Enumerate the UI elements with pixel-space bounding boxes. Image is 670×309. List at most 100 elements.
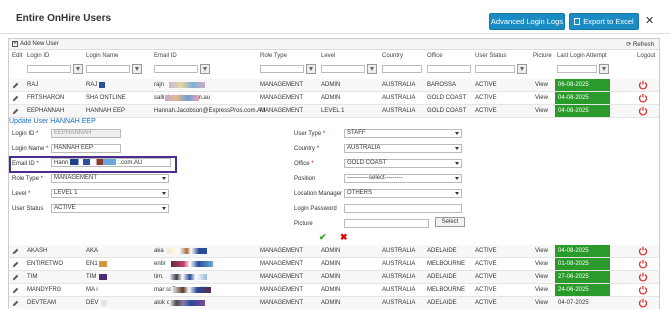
- edit-pencil-icon[interactable]: [12, 82, 19, 89]
- email-field[interactable]: Hann :.com.AU: [51, 158, 171, 167]
- cell-email: Hannah.Jacobson@ExpressPros.com.AU: [154, 108, 266, 114]
- view-picture-link[interactable]: View: [535, 95, 548, 101]
- close-icon[interactable]: ✕: [645, 14, 654, 27]
- col-user-status[interactable]: User Status: [475, 53, 506, 59]
- table-row[interactable]: AKASH AKA aka MANAGEMENT ADMIN AUSTRALIA…: [9, 245, 659, 266]
- filter-role[interactable]: [260, 65, 304, 73]
- cell-country: AUSTRALIA: [382, 287, 416, 293]
- power-icon[interactable]: [638, 298, 648, 308]
- view-picture-link[interactable]: View: [535, 287, 548, 293]
- user-type-select[interactable]: STAFF: [344, 129, 462, 138]
- power-icon[interactable]: [638, 93, 648, 103]
- view-picture-link[interactable]: View: [535, 248, 548, 254]
- view-picture-link[interactable]: View: [535, 261, 548, 267]
- page-title: Entire OnHire Users: [16, 13, 112, 24]
- power-icon[interactable]: [638, 246, 648, 256]
- country-select[interactable]: AUSTRALIA: [344, 144, 462, 153]
- filter-icon[interactable]: [517, 64, 527, 74]
- filter-icon[interactable]: [73, 64, 83, 74]
- table-row[interactable]: MANDYFRG MA i mar ssPros.com.AU MANAGEME…: [9, 284, 659, 305]
- refresh-button[interactable]: ⟳ Refresh: [626, 41, 654, 48]
- col-role-type[interactable]: Role Type: [260, 53, 287, 59]
- cancel-cross-icon[interactable]: ✖: [340, 232, 348, 243]
- edit-pencil-icon[interactable]: [12, 274, 19, 281]
- redaction-block: [171, 287, 211, 293]
- filter-icon[interactable]: [200, 64, 210, 74]
- edit-pencil-icon[interactable]: [12, 300, 19, 307]
- office-select[interactable]: GOLD COAST: [344, 159, 462, 168]
- view-picture-link[interactable]: View: [535, 300, 548, 306]
- col-level[interactable]: Level: [321, 53, 335, 59]
- export-label: Export to Excel: [583, 17, 634, 26]
- export-icon: [574, 18, 581, 25]
- filter-icon[interactable]: [306, 64, 316, 74]
- power-icon[interactable]: [638, 272, 648, 282]
- cell-login-name: AKA: [86, 248, 99, 254]
- filter-icon[interactable]: [599, 64, 609, 74]
- table-row[interactable]: TIM TIM tim. MANAGEMENT ADMIN AUSTRALIA …: [9, 271, 659, 292]
- col-country[interactable]: Country: [382, 53, 403, 59]
- cell-office: ADELAIDE: [427, 300, 457, 306]
- cell-login-id: ENTIRETWO: [27, 261, 63, 267]
- view-picture-link[interactable]: View: [535, 82, 548, 88]
- filter-icon[interactable]: [132, 64, 142, 74]
- filter-office[interactable]: [427, 65, 471, 73]
- power-icon[interactable]: [638, 80, 648, 90]
- cell-level: ADMIN: [321, 261, 341, 267]
- table-row[interactable]: ENTIRETWO EN1 entir MANAGEMENT ADMIN AUS…: [9, 258, 659, 279]
- filter-login-name[interactable]: [86, 65, 130, 73]
- cell-level: ADMIN: [321, 82, 341, 88]
- filter-last-login[interactable]: [557, 65, 597, 73]
- edit-pencil-icon[interactable]: [12, 95, 19, 102]
- view-picture-link[interactable]: View: [535, 274, 548, 280]
- table-row[interactable]: FRTSHARON SHA ONTLINE salli ducation.com…: [9, 92, 659, 113]
- advanced-login-logs-button[interactable]: Advanced Login Logs: [489, 13, 565, 30]
- login-password-field[interactable]: [344, 204, 462, 213]
- filter-status[interactable]: [475, 65, 515, 73]
- filter-level[interactable]: [321, 65, 365, 73]
- user-status-select[interactable]: ACTIVE: [51, 204, 169, 213]
- power-icon[interactable]: [638, 285, 648, 295]
- role-type-select[interactable]: MANAGEMENT: [51, 174, 169, 183]
- level-select[interactable]: LEVEL 1: [51, 189, 169, 198]
- filter-icon[interactable]: [367, 64, 377, 74]
- export-to-excel-button[interactable]: Export to Excel: [569, 13, 639, 30]
- edit-pencil-icon[interactable]: [12, 261, 19, 268]
- edit-pencil-icon[interactable]: [12, 108, 19, 115]
- edit-pencil-icon[interactable]: [12, 248, 19, 255]
- cell-level: LEVEL 1: [321, 108, 345, 114]
- filter-login-id[interactable]: [27, 65, 71, 73]
- col-office[interactable]: Office: [427, 53, 443, 59]
- col-email-id[interactable]: Email ID: [154, 53, 177, 59]
- col-last-login[interactable]: Last Login Attempt: [557, 53, 607, 59]
- view-picture-link[interactable]: View: [535, 108, 548, 114]
- table-row[interactable]: RAJ RAJ rajn MANAGEMENT ADMIN AUSTRALIA …: [9, 79, 659, 100]
- filter-email[interactable]: [154, 65, 198, 73]
- email-suffix: :.com.AU: [117, 160, 143, 166]
- picture-field[interactable]: [344, 219, 429, 228]
- cell-level: ADMIN: [321, 274, 341, 280]
- col-login-id[interactable]: Login ID: [27, 53, 49, 59]
- table-row[interactable]: EEPHANNAH HANNAH EEP Hannah.Jacobson@Exp…: [9, 105, 659, 126]
- select-picture-button[interactable]: Select: [435, 217, 465, 227]
- position-select[interactable]: -----------select---------: [344, 174, 462, 183]
- power-icon[interactable]: [638, 106, 648, 116]
- login-name-field[interactable]: HANNAH EEP: [51, 144, 121, 153]
- col-edit: Edit: [12, 53, 23, 59]
- cell-role: MANAGEMENT: [260, 248, 304, 254]
- cell-level: ADMIN: [321, 287, 341, 293]
- edit-pencil-icon[interactable]: [12, 287, 19, 294]
- cell-email: aka: [154, 248, 164, 254]
- add-new-user-button[interactable]: + Add New User: [12, 41, 59, 47]
- login-password-label: Login Password: [294, 206, 337, 212]
- save-check-icon[interactable]: ✔: [319, 232, 327, 243]
- table-row[interactable]: DEVTEAM DEV alok com MANAGEMENT ADMIN AU…: [9, 297, 659, 309]
- power-icon[interactable]: [638, 259, 648, 269]
- cell-office: MELBOURNE: [427, 287, 466, 293]
- location-manager-select[interactable]: OTHERS: [344, 189, 462, 198]
- login-id-field: EEPHANNAH: [51, 129, 121, 138]
- col-login-name[interactable]: Login Name: [86, 53, 118, 59]
- country-label: Country *: [294, 146, 320, 152]
- cell-country: AUSTRALIA: [382, 261, 416, 267]
- filter-country[interactable]: [382, 65, 422, 73]
